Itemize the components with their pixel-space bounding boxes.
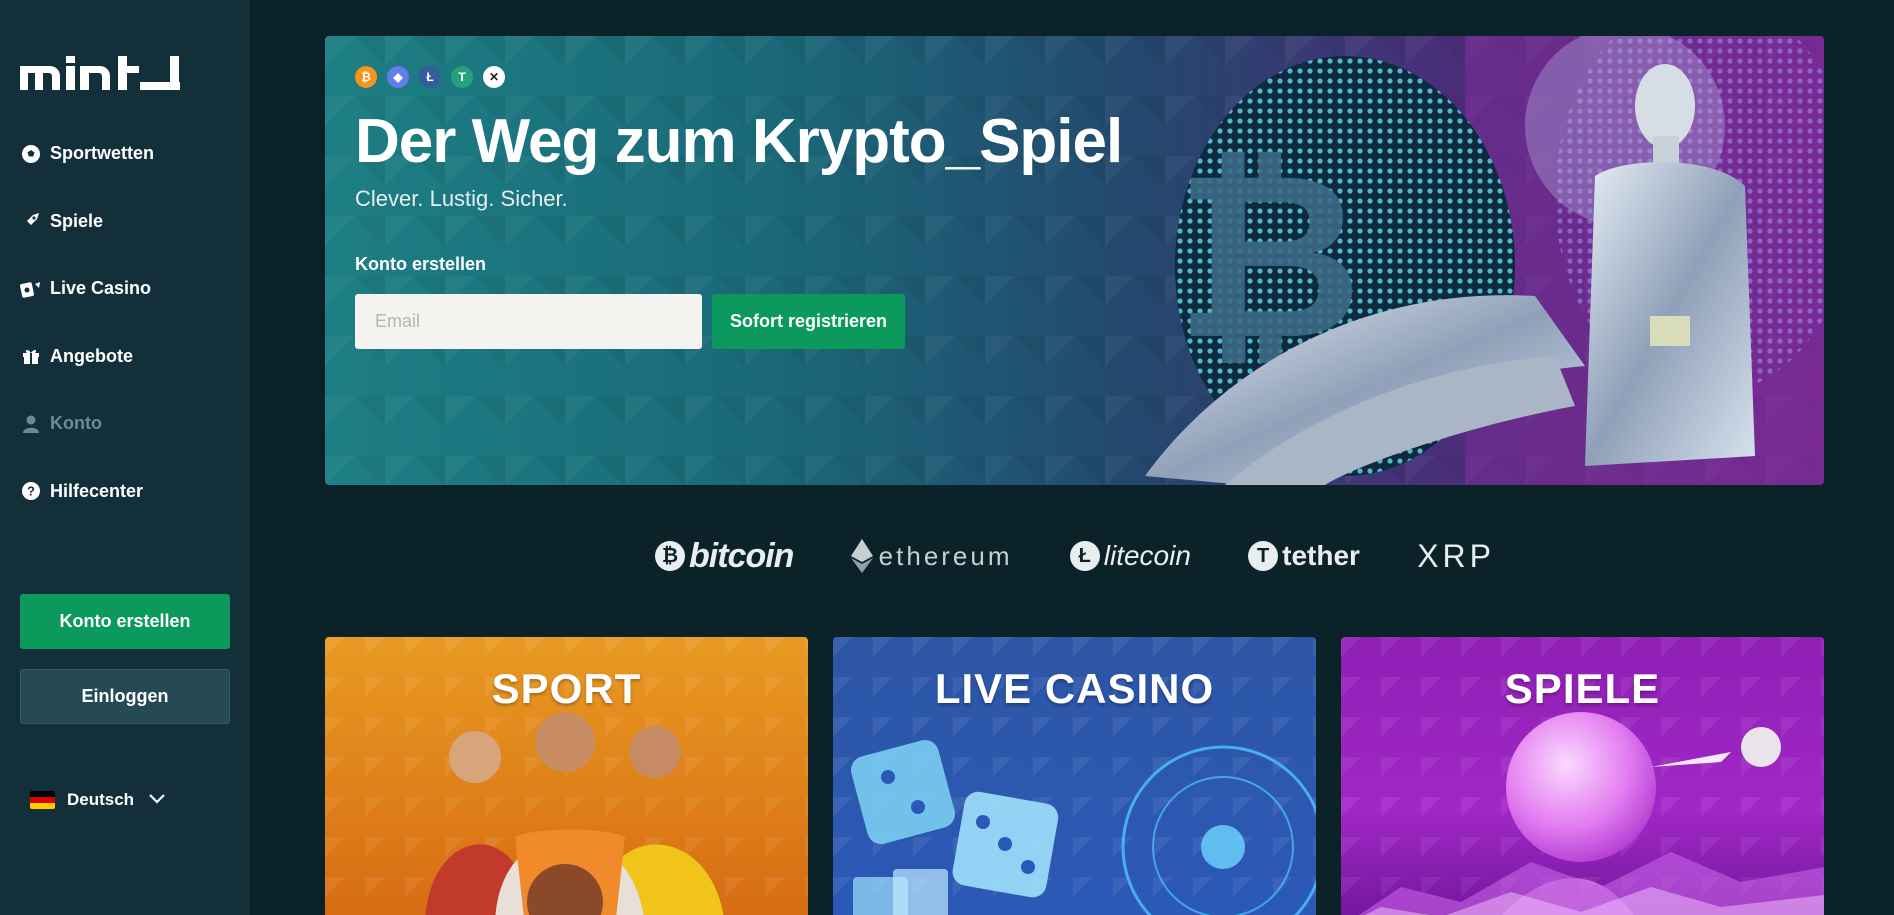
xrp-icon: ✕ [483, 66, 505, 88]
coin-icons: ₿ ◆ Ł T ✕ [355, 66, 505, 88]
category-title-live-casino: LIVE CASINO [934, 665, 1215, 712]
login-button[interactable]: Einloggen [20, 669, 230, 724]
crypto-logo-strip: ₿ bitcoin ethereum Ł litecoin T tether X… [655, 536, 1495, 576]
category-card-spiele[interactable]: SPIELE [1341, 637, 1824, 915]
ethereum-logo: ethereum [850, 539, 1013, 573]
litecoin-icon: Ł [419, 66, 441, 88]
xrp-logo: XRP [1417, 537, 1495, 574]
tether-icon: T [451, 66, 473, 88]
ethereum-icon [850, 539, 873, 573]
litecoin-logo: Ł litecoin [1069, 540, 1191, 572]
german-flag-icon [30, 791, 55, 809]
sidebar-item-label: Live Casino [50, 278, 152, 299]
category-card-sport[interactable]: SPORT [325, 637, 808, 915]
tether-logo: T tether [1248, 540, 1360, 572]
sidebar: Sportwetten Spiele Live Casino Angebote … [0, 0, 250, 915]
litecoin-icon: Ł [1069, 541, 1100, 571]
hero-illustration: ₿ [1145, 36, 1824, 485]
category-title-sport: SPORT [491, 665, 642, 712]
signup-form-label: Konto erstellen [355, 254, 487, 274]
svg-text:?: ? [27, 484, 35, 499]
bitcoin-icon: ₿ [655, 541, 685, 571]
sidebar-item-angebote[interactable]: Angebote [20, 323, 230, 391]
create-account-button[interactable]: Konto erstellen [20, 594, 230, 649]
sidebar-nav: Sportwetten Spiele Live Casino Angebote … [20, 120, 230, 525]
sidebar-item-label: Sportwetten [50, 143, 155, 164]
chevron-down-icon [148, 790, 166, 810]
tether-icon: T [1248, 541, 1279, 571]
language-label: Deutsch [67, 790, 135, 809]
sidebar-item-konto[interactable]: Konto [20, 390, 230, 458]
hero-banner: ₿ ₿ ◆ Ł T ✕ Der Weg zum Krypto_Spiel Cle… [325, 36, 1824, 485]
sidebar-item-label: Konto [50, 413, 102, 434]
bitcoin-logo: ₿ bitcoin [655, 537, 794, 576]
hero-title: Der Weg zum Krypto_Spiel [355, 107, 1123, 176]
ethereum-icon: ◆ [387, 66, 409, 88]
gift-icon [20, 345, 42, 367]
bitcoin-icon: ₿ [355, 66, 377, 88]
category-card-live-casino[interactable]: LIVE CASINO [833, 637, 1316, 915]
user-icon [20, 413, 42, 435]
casino-chip-icon [20, 278, 42, 300]
hero-subtitle: Clever. Lustig. Sicher. [355, 186, 568, 211]
language-selector[interactable]: Deutsch [30, 790, 166, 810]
sidebar-item-label: Angebote [50, 345, 133, 366]
sidebar-item-live-casino[interactable]: Live Casino [20, 255, 230, 323]
sidebar-item-sportwetten[interactable]: Sportwetten [20, 120, 230, 188]
category-title-spiele: SPIELE [1504, 665, 1661, 712]
register-button[interactable]: Sofort registrieren [712, 294, 905, 349]
help-icon: ? [20, 480, 42, 502]
sidebar-item-label: Hilfecenter [50, 480, 144, 501]
email-input[interactable] [355, 294, 702, 349]
soccer-ball-icon [20, 143, 42, 165]
mint-logo[interactable] [20, 56, 180, 92]
rocket-icon [20, 210, 42, 232]
sidebar-item-hilfecenter[interactable]: ? Hilfecenter [20, 458, 230, 526]
sidebar-item-spiele[interactable]: Spiele [20, 188, 230, 256]
sidebar-item-label: Spiele [50, 210, 104, 231]
